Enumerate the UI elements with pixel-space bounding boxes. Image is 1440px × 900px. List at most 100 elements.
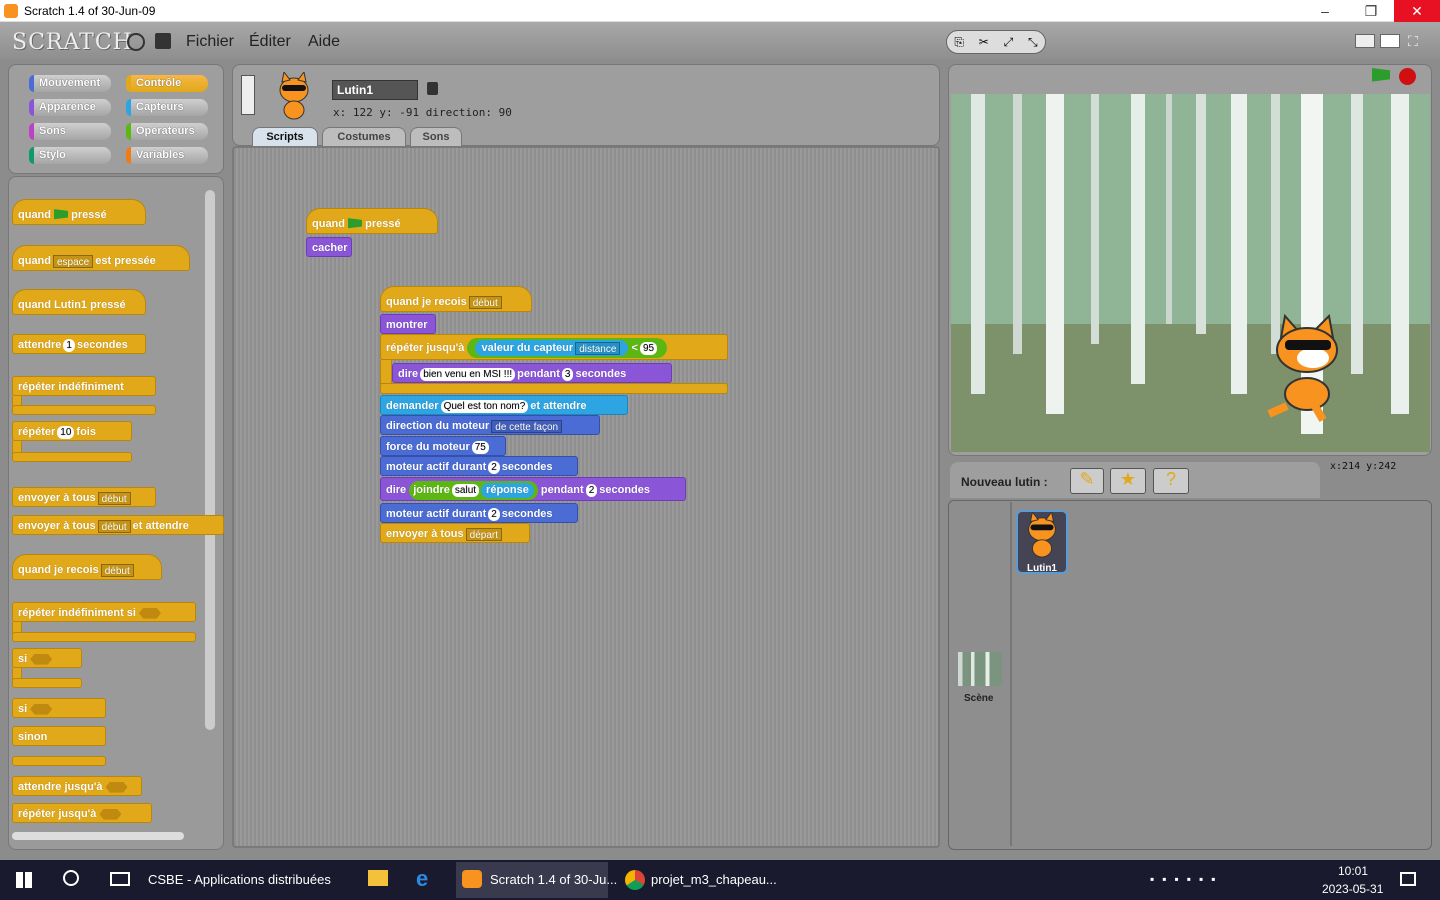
answer-reporter[interactable]: réponse <box>481 483 534 498</box>
motor-dir-dropdown[interactable]: de cette façon <box>491 419 563 433</box>
stop-icon[interactable] <box>1399 68 1416 85</box>
boolean-slot[interactable] <box>30 653 53 665</box>
normal-stage-icon[interactable] <box>1380 34 1400 48</box>
notification-icon[interactable] <box>1400 872 1416 886</box>
presentation-icon[interactable]: ⛶ <box>1408 33 1418 50</box>
category-control[interactable]: Contrôle <box>126 75 208 92</box>
block-broadcast[interactable]: envoyer à tous début <box>12 487 156 507</box>
say2-secs-input[interactable]: 2 <box>585 483 598 497</box>
ask-text-input[interactable]: Quel est ton nom? <box>440 399 529 413</box>
task-view-icon[interactable] <box>110 872 130 886</box>
sensor-reporter[interactable]: valeur du capteur distance <box>475 340 629 356</box>
script-show[interactable]: montrer <box>380 314 436 334</box>
block-broadcast-wait[interactable]: envoyer à tous début et attendre <box>12 515 224 535</box>
category-looks[interactable]: Apparence <box>29 99 111 116</box>
duplicate-icon[interactable]: ⎘ <box>954 35 964 50</box>
broadcast-wait-dropdown[interactable]: début <box>97 519 131 533</box>
script-say-join[interactable]: dire joindre salut réponse pendant 2 seconde… <box>380 477 686 501</box>
grow-icon[interactable]: ⤢ <box>1004 35 1014 50</box>
system-tray-icons[interactable]: ▪▪▪▪▪▪ <box>1150 872 1270 888</box>
menu-file[interactable]: Fichier <box>186 33 234 51</box>
tab-sounds[interactable]: Sons <box>410 127 462 146</box>
category-sensing[interactable]: Capteurs <box>126 99 208 116</box>
wait-input[interactable]: 1 <box>63 338 75 352</box>
script-motor-direction[interactable]: direction du moteur de cette façon <box>380 415 600 435</box>
small-stage-icon[interactable] <box>1355 34 1375 48</box>
cat-sprite[interactable] <box>1263 314 1363 424</box>
category-pen[interactable]: Stylo <box>29 147 111 164</box>
boolean-slot[interactable] <box>99 808 122 820</box>
boolean-slot[interactable] <box>138 607 161 619</box>
taskbar-app-scratch[interactable]: Scratch 1.4 of 30-Ju... <box>490 872 617 887</box>
close-button[interactable]: ✕ <box>1394 0 1440 22</box>
save-icon[interactable] <box>155 33 171 49</box>
broadcast-dropdown[interactable]: début <box>97 491 131 505</box>
delete-icon[interactable]: ✂ <box>979 35 989 49</box>
category-variables[interactable]: Variables <box>126 147 208 164</box>
block-when-sprite-clicked[interactable]: quand Lutin1 pressé <box>12 289 146 315</box>
folder-icon[interactable] <box>368 870 388 886</box>
block-forever-if[interactable]: répéter indéfiniment si <box>12 602 196 622</box>
paint-sprite-button[interactable]: ✎ <box>1070 468 1104 494</box>
sensor-dropdown[interactable]: distance <box>575 341 621 355</box>
block-when-receive[interactable]: quand je recois début <box>12 554 162 580</box>
say-secs-input[interactable]: 3 <box>561 367 574 381</box>
block-when-flag[interactable]: quand pressé <box>12 199 146 225</box>
script-when-receive[interactable]: quand je recois début <box>380 286 532 312</box>
minimize-button[interactable]: – <box>1302 0 1348 22</box>
threshold-input[interactable]: 95 <box>639 341 658 355</box>
category-operators[interactable]: Opérateurs <box>126 123 208 140</box>
edge-icon[interactable]: e <box>416 866 438 891</box>
block-wait-until[interactable]: attendre jusqu'à <box>12 776 142 796</box>
block-if[interactable]: si <box>12 648 82 668</box>
boolean-slot[interactable] <box>30 703 53 715</box>
palette-hscrollbar[interactable] <box>12 832 184 840</box>
key-dropdown[interactable]: espace <box>53 254 94 268</box>
random-sprite-button[interactable]: ? <box>1153 468 1189 494</box>
globe-icon[interactable] <box>127 33 145 51</box>
stage-thumbnail[interactable] <box>958 652 1002 686</box>
block-forever[interactable]: répéter indéfiniment <box>12 376 156 396</box>
sprite-name-input[interactable]: Lutin1 <box>332 80 418 100</box>
tab-costumes[interactable]: Costumes <box>322 127 406 146</box>
receive-dropdown[interactable]: début <box>468 295 502 309</box>
rotation-style-icons[interactable] <box>241 75 255 115</box>
script-say-for[interactable]: dire bien venu en MSI !!! pendant 3 secondes <box>392 363 672 383</box>
motor-secs-input[interactable]: 2 <box>488 460 500 474</box>
join-operator[interactable]: joindre salut réponse <box>409 481 538 500</box>
sprite-thumbnail-lutin1[interactable]: Lutin1 <box>1016 510 1068 574</box>
choose-sprite-button[interactable]: ★ <box>1110 468 1146 494</box>
script-when-flag[interactable]: quand pressé <box>306 208 438 234</box>
script-motor-on-2[interactable]: moteur actif durant 2 secondes <box>380 503 578 523</box>
category-sound[interactable]: Sons <box>29 123 111 140</box>
motor-secs2-input[interactable]: 2 <box>488 507 500 521</box>
boolean-slot[interactable] <box>105 781 128 793</box>
tab-scripts[interactable]: Scripts <box>252 127 318 146</box>
shrink-icon[interactable]: ⤡ <box>1028 35 1038 50</box>
block-if-else[interactable]: si <box>12 698 106 718</box>
lock-icon[interactable] <box>427 82 438 95</box>
broadcast-dropdown[interactable]: départ <box>465 527 502 541</box>
block-repeat-until[interactable]: répéter jusqu'à <box>12 803 152 823</box>
block-wait[interactable]: attendre 1 secondes <box>12 334 146 354</box>
menu-edit[interactable]: Éditer <box>249 33 291 51</box>
taskbar-app-chrome[interactable]: projet_m3_chapeau... <box>651 872 777 887</box>
join-a-input[interactable]: salut <box>451 483 480 497</box>
script-ask[interactable]: demander Quel est ton nom? et attendre <box>380 395 628 415</box>
block-repeat[interactable]: répéter 10 fois <box>12 421 132 441</box>
script-motor-power[interactable]: force du moteur 75 <box>380 436 506 456</box>
search-icon[interactable] <box>63 870 79 886</box>
lt-operator[interactable]: valeur du capteur distance <95 <box>467 338 668 358</box>
script-motor-on[interactable]: moteur actif durant 2 secondes <box>380 456 578 476</box>
windows-start-icon[interactable] <box>16 872 32 888</box>
taskbar-app-csbe[interactable]: CSBE - Applications distribuées <box>148 872 331 887</box>
palette-scrollbar[interactable] <box>205 190 215 730</box>
script-hide[interactable]: cacher <box>306 237 352 257</box>
receive-dropdown[interactable]: début <box>100 563 134 577</box>
restore-button[interactable]: ❐ <box>1348 0 1394 22</box>
repeat-input[interactable]: 10 <box>57 425 75 439</box>
stage[interactable] <box>951 94 1430 452</box>
menu-help[interactable]: Aide <box>308 33 340 51</box>
script-broadcast[interactable]: envoyer à tous départ <box>380 523 530 543</box>
say-text-input[interactable]: bien venu en MSI !!! <box>420 367 516 381</box>
